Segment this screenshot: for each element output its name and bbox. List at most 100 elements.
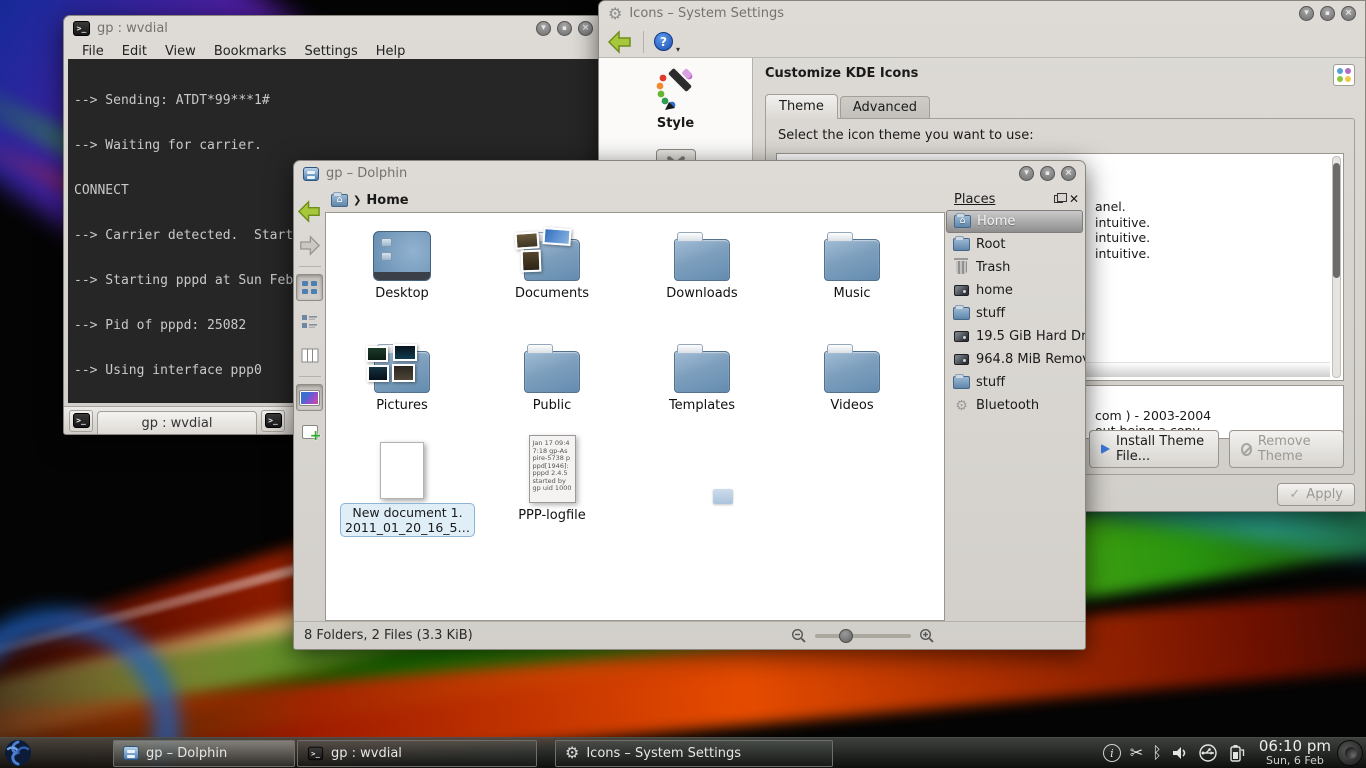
details-view-icon <box>301 314 318 329</box>
menu-view[interactable]: View <box>157 43 204 60</box>
file-item[interactable]: Jan 17 09:47:18 gp-Aspire-5738 pppd[1946… <box>490 431 614 523</box>
minimize-button[interactable] <box>1019 166 1034 181</box>
tab-advanced[interactable]: Advanced <box>840 96 930 119</box>
terminal-tab[interactable]: gp : wvdial <box>97 411 257 435</box>
details-view-button[interactable] <box>296 308 323 335</box>
place-item-stuff[interactable]: stuff <box>946 302 1083 325</box>
zoom-slider-handle[interactable] <box>839 629 853 643</box>
maximize-button[interactable] <box>1320 6 1335 21</box>
minimize-button[interactable] <box>1299 6 1314 21</box>
folder-item[interactable]: Documents <box>490 221 614 301</box>
menu-edit[interactable]: Edit <box>114 43 155 60</box>
folder-item[interactable]: Downloads <box>640 221 764 301</box>
place-item-stuff-2[interactable]: stuff <box>946 371 1083 394</box>
folder-label: Downloads <box>640 286 764 301</box>
scrollbar-thumb[interactable] <box>1333 163 1340 278</box>
help-icon[interactable]: ? <box>654 32 673 51</box>
panel-toolbox-cashew[interactable] <box>1337 740 1363 766</box>
photo-thumbnail <box>366 346 388 362</box>
menu-bookmarks[interactable]: Bookmarks <box>206 43 295 60</box>
folder-item[interactable]: Pictures <box>340 333 464 413</box>
terminal-titlebar[interactable]: gp : wvdial <box>64 16 602 41</box>
menu-file[interactable]: File <box>74 43 112 60</box>
file-label-line1: New document 1. <box>352 505 462 520</box>
folder-item[interactable]: Videos <box>790 333 914 413</box>
file-item-selected[interactable]: New document 1. 2011_01_20_16_5… <box>340 435 464 537</box>
info-icon[interactable]: i <box>1103 744 1121 762</box>
folder-item[interactable]: Music <box>790 221 914 301</box>
place-item-removable[interactable]: 964.8 MiB Remov… <box>946 348 1083 371</box>
remove-theme-button[interactable]: Remove Theme <box>1229 430 1344 468</box>
maximize-button[interactable] <box>1040 166 1055 181</box>
minimize-button[interactable] <box>536 21 551 36</box>
places-panel: Places ✕ Home Root Trash home <box>946 188 1083 621</box>
place-item-home[interactable]: Home <box>946 210 1083 233</box>
zoom-in-icon[interactable] <box>919 628 935 644</box>
task-system-settings[interactable]: ⚙ Icons – System Settings <box>555 740 833 767</box>
list-line: intuitive. <box>1095 215 1150 231</box>
settings-titlebar[interactable]: ⚙ Icons – System Settings <box>599 1 1365 26</box>
dolphin-toolbar <box>294 188 325 621</box>
split-view-button[interactable] <box>296 418 323 445</box>
folder-item[interactable]: Desktop <box>340 221 464 301</box>
photo-thumbnail <box>521 250 542 273</box>
float-panel-icon[interactable] <box>1054 195 1063 203</box>
scrollbar[interactable] <box>1332 156 1341 378</box>
kde-launcher-icon <box>3 738 33 768</box>
task-wvdial[interactable]: gp : wvdial <box>297 740 537 767</box>
breadcrumb-home[interactable]: Home <box>366 193 408 208</box>
panel-clock[interactable]: 06:10 pm Sun, 6 Feb <box>1253 738 1337 768</box>
menu-help[interactable]: Help <box>368 43 414 60</box>
place-item-trash[interactable]: Trash <box>946 256 1083 279</box>
tab-theme[interactable]: Theme <box>765 94 838 119</box>
terminal-icon <box>73 413 90 428</box>
icons-view-button[interactable] <box>296 274 323 301</box>
folder-label: Public <box>490 398 614 413</box>
columns-view-button[interactable] <box>296 342 323 369</box>
place-item-bluetooth[interactable]: ⚙ Bluetooth <box>946 394 1083 417</box>
dolphin-window: gp – Dolphin ❯ Home <box>293 160 1086 650</box>
place-label: home <box>976 283 1013 298</box>
task-dolphin[interactable]: gp – Dolphin <box>113 740 295 767</box>
place-item-root[interactable]: Root <box>946 233 1083 256</box>
close-panel-icon[interactable]: ✕ <box>1069 192 1079 206</box>
terminal-icon <box>308 746 323 760</box>
new-tab-button[interactable] <box>69 410 93 432</box>
place-item-home-partition[interactable]: home <box>946 279 1083 302</box>
usb-device-icon[interactable] <box>1198 744 1218 762</box>
back-arrow-icon[interactable] <box>607 30 633 54</box>
settings-window-title: Icons – System Settings <box>629 6 784 21</box>
clipboard-scissors-icon[interactable]: ✂ <box>1130 745 1143 761</box>
folder-item[interactable]: Public <box>490 333 614 413</box>
document-file-icon <box>380 442 424 499</box>
place-item-hard-drive[interactable]: 19.5 GiB Hard Drive <box>946 325 1083 348</box>
home-folder-icon[interactable] <box>331 194 348 207</box>
folder-icon <box>824 239 880 281</box>
launcher-button[interactable] <box>0 738 36 768</box>
close-button[interactable] <box>578 21 593 36</box>
bluetooth-icon[interactable]: ᛒ <box>1152 745 1162 761</box>
forward-button[interactable] <box>296 232 323 259</box>
sidebar-item-style[interactable]: Style <box>657 116 694 131</box>
battery-icon[interactable] <box>1227 744 1245 762</box>
close-button[interactable] <box>1061 166 1076 181</box>
back-button[interactable] <box>296 198 323 225</box>
preview-toggle-button[interactable] <box>296 384 323 411</box>
tab-list-button[interactable] <box>261 410 285 432</box>
volume-icon[interactable] <box>1171 745 1189 761</box>
install-theme-button[interactable]: Install Theme File... <box>1089 430 1219 468</box>
photo-thumbnail <box>514 231 539 250</box>
documents-folder-icon <box>524 239 580 281</box>
zoom-out-icon[interactable] <box>791 628 807 644</box>
folder-view[interactable]: Desktop Documents Downloads Music <box>325 212 945 621</box>
close-button[interactable] <box>1341 6 1356 21</box>
maximize-button[interactable] <box>557 21 572 36</box>
overview-grid-icon[interactable] <box>1333 64 1355 86</box>
menu-settings[interactable]: Settings <box>296 43 365 60</box>
zoom-slider[interactable] <box>815 634 911 638</box>
folder-label: Documents <box>490 286 614 301</box>
folder-item[interactable]: Templates <box>640 333 764 413</box>
apply-button[interactable]: ✓ Apply <box>1277 483 1355 506</box>
dolphin-titlebar[interactable]: gp – Dolphin <box>294 161 1085 186</box>
folder-icon <box>524 351 580 393</box>
